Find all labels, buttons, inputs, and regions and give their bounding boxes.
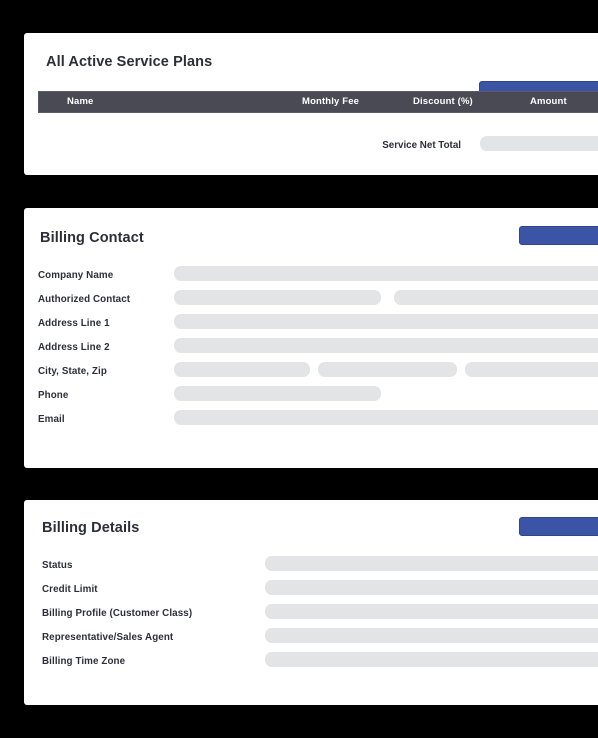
billing-details-card: Billing Details Status Credit Limit Bill… — [24, 500, 598, 705]
service-net-total-value — [480, 136, 598, 151]
label-credit-limit: Credit Limit — [42, 584, 98, 595]
service-net-total-label: Service Net Total — [382, 140, 461, 151]
page-title: All Active Service Plans — [46, 54, 213, 70]
input-status[interactable] — [265, 556, 598, 571]
input-authorized-contact-first[interactable] — [174, 290, 381, 305]
service-plans-card: All Active Service Plans Name Monthly Fe… — [24, 33, 598, 175]
label-email: Email — [38, 414, 65, 425]
label-phone: Phone — [38, 390, 69, 401]
label-address-line-1: Address Line 1 — [38, 318, 110, 329]
billing-contact-card: Billing Contact Company Name Authorized … — [24, 208, 598, 468]
label-representative-sales-agent: Representative/Sales Agent — [42, 632, 174, 643]
label-billing-profile: Billing Profile (Customer Class) — [42, 608, 193, 619]
edit-billing-details-button[interactable] — [519, 517, 598, 536]
label-company-name: Company Name — [38, 270, 114, 281]
input-company-name[interactable] — [174, 266, 598, 281]
input-phone[interactable] — [174, 386, 381, 401]
input-credit-limit[interactable] — [265, 580, 598, 595]
input-representative-sales-agent[interactable] — [265, 628, 598, 643]
column-header-name: Name — [67, 96, 94, 107]
billing-details-title: Billing Details — [42, 520, 140, 536]
column-header-discount: Discount (%) — [413, 96, 473, 107]
billing-contact-title: Billing Contact — [40, 230, 144, 246]
label-city-state-zip: City, State, Zip — [38, 366, 107, 377]
input-city[interactable] — [174, 362, 310, 377]
input-email[interactable] — [174, 410, 598, 425]
input-authorized-contact-last[interactable] — [394, 290, 598, 305]
input-state[interactable] — [318, 362, 457, 377]
input-address-line-1[interactable] — [174, 314, 598, 329]
input-billing-profile[interactable] — [265, 604, 598, 619]
column-header-monthly-fee: Monthly Fee — [302, 96, 360, 107]
input-billing-time-zone[interactable] — [265, 652, 598, 667]
label-billing-time-zone: Billing Time Zone — [42, 656, 126, 667]
label-authorized-contact: Authorized Contact — [38, 294, 131, 305]
label-status: Status — [42, 560, 73, 571]
page-root: All Active Service Plans Name Monthly Fe… — [0, 0, 598, 738]
service-plans-table-header: Name Monthly Fee Discount (%) Amount — [38, 91, 598, 113]
column-header-amount: Amount — [530, 96, 567, 107]
edit-billing-contact-button[interactable] — [519, 226, 598, 245]
input-zip[interactable] — [465, 362, 598, 377]
input-address-line-2[interactable] — [174, 338, 598, 353]
label-address-line-2: Address Line 2 — [38, 342, 110, 353]
